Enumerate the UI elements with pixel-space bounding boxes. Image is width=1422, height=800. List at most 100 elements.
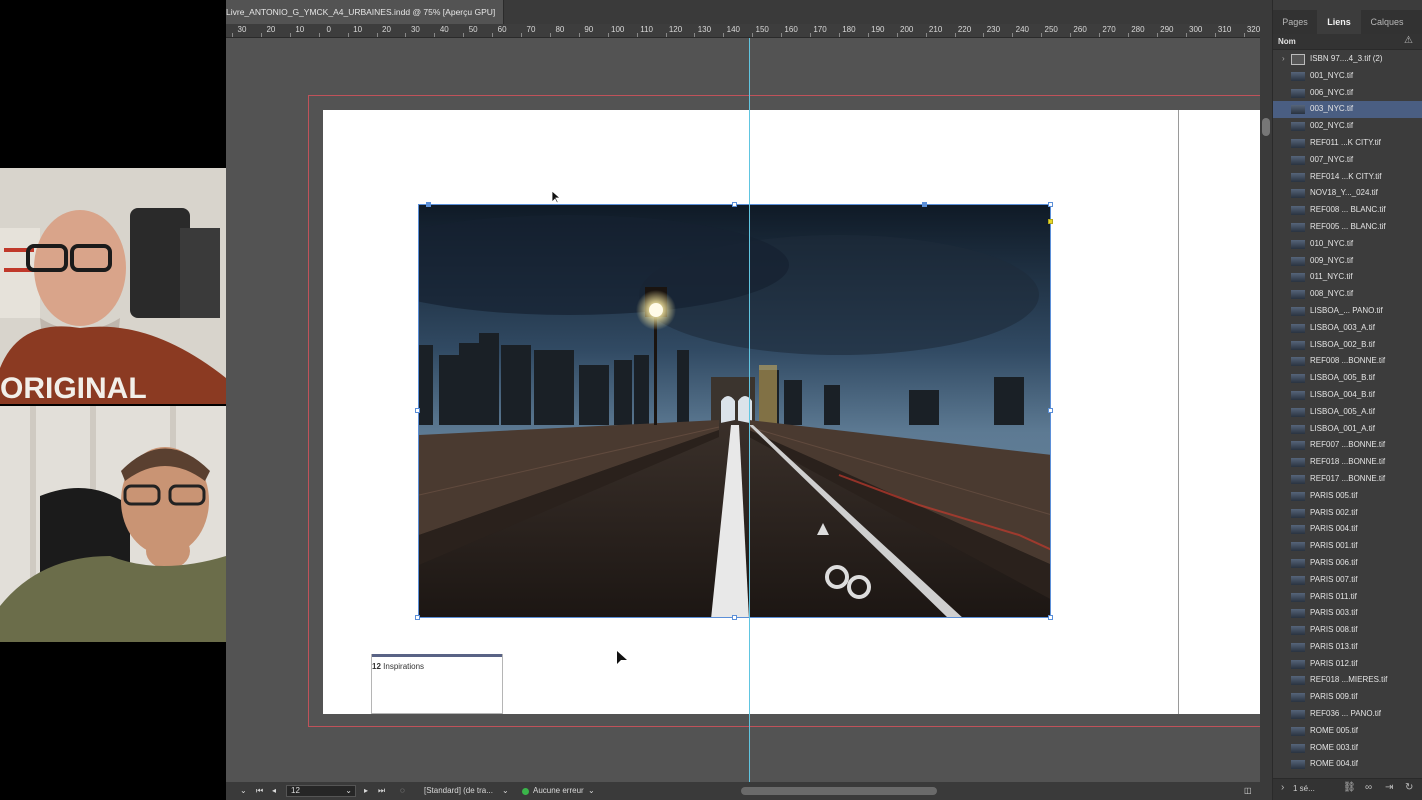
link-row[interactable]: PARIS 007.tif	[1273, 572, 1422, 589]
link-row[interactable]: 003_NYC.tif	[1273, 101, 1422, 119]
vertical-scrollbar[interactable]	[1260, 0, 1272, 800]
frame-handle-right[interactable]	[1048, 408, 1053, 413]
last-page-icon[interactable]: ⏭	[378, 782, 385, 800]
link-row[interactable]: ROME 004.tif	[1273, 756, 1422, 773]
link-row[interactable]: 011_NYC.tif	[1273, 269, 1422, 286]
column-name-label[interactable]: Nom	[1278, 37, 1296, 46]
vertical-scroll-thumb[interactable]	[1262, 118, 1270, 136]
link-row[interactable]: REF008 ...BONNE.tif	[1273, 353, 1422, 370]
link-row[interactable]: ROME 003.tif	[1273, 740, 1422, 757]
horizontal-scrollbar[interactable]	[741, 787, 937, 795]
status-bar: ⌄ ⏮ ◂ 12 ⌄ ▸ ⏭ ◌ [Standard] (de tra... ⌄ …	[226, 782, 1260, 800]
pasteboard[interactable]: 12 Inspirations	[226, 38, 1260, 782]
link-row[interactable]: PARIS 013.tif	[1273, 639, 1422, 656]
corner-options-handle[interactable]	[1048, 219, 1053, 224]
link-row[interactable]: 002_NYC.tif	[1273, 118, 1422, 135]
relink-from-cc-icon[interactable]: ⛓	[1343, 782, 1356, 793]
tab-links[interactable]: Liens	[1317, 10, 1361, 34]
link-row[interactable]: PARIS 012.tif	[1273, 656, 1422, 673]
shirt-text: ORIGINAL	[0, 372, 147, 404]
link-row[interactable]: LISBOA_005_B.tif	[1273, 370, 1422, 387]
expand-icon[interactable]: ›	[1281, 782, 1284, 793]
caption-text[interactable]: 12 Inspirations	[372, 662, 424, 671]
page-number-field[interactable]: 12 ⌄	[286, 785, 356, 797]
split-view-icon[interactable]: ◫	[1244, 782, 1252, 800]
relink-icon[interactable]: ∞	[1365, 782, 1372, 793]
frame-handle-tr[interactable]	[1048, 202, 1053, 207]
link-thumbnail	[1291, 642, 1305, 652]
link-row[interactable]: PARIS 005.tif	[1273, 488, 1422, 505]
link-name: REF018 ...MIERES.tif	[1310, 675, 1388, 685]
prev-page-icon[interactable]: ◂	[272, 782, 276, 800]
link-row[interactable]: PARIS 008.tif	[1273, 622, 1422, 639]
ruler-label: 230	[986, 25, 1001, 34]
ruler-label: 320	[1246, 25, 1261, 34]
link-row[interactable]: REF018 ...BONNE.tif	[1273, 454, 1422, 471]
link-row[interactable]: › ISBN 97....4_3.tif (2)	[1273, 51, 1422, 68]
link-row[interactable]: 001_NYC.tif	[1273, 68, 1422, 85]
link-name: REF018 ...BONNE.tif	[1310, 457, 1386, 467]
link-row[interactable]: 010_NYC.tif	[1273, 236, 1422, 253]
link-row[interactable]: PARIS 004.tif	[1273, 521, 1422, 538]
link-thumbnail	[1291, 659, 1305, 669]
link-row[interactable]: 007_NYC.tif	[1273, 152, 1422, 169]
link-row[interactable]: 006_NYC.tif	[1273, 85, 1422, 102]
open-page-icon[interactable]: ◌	[400, 782, 405, 800]
frame-handle-br[interactable]	[1048, 615, 1053, 620]
link-row[interactable]: LISBOA_005_A.tif	[1273, 404, 1422, 421]
link-row[interactable]: PARIS 001.tif	[1273, 538, 1422, 555]
link-row[interactable]: LISBOA_003_A.tif	[1273, 320, 1422, 337]
link-row[interactable]: LISBOA_004_B.tif	[1273, 387, 1422, 404]
link-row[interactable]: NOV18_Y..._024.tif	[1273, 185, 1422, 202]
link-row[interactable]: PARIS 006.tif	[1273, 555, 1422, 572]
warning-icon[interactable]: ⚠	[1404, 35, 1413, 46]
link-row[interactable]: LISBOA_002_B.tif	[1273, 337, 1422, 354]
preflight-status[interactable]: Aucune erreur	[533, 782, 584, 800]
expand-group-icon[interactable]: ›	[1282, 51, 1285, 68]
link-row[interactable]: 008_NYC.tif	[1273, 286, 1422, 303]
next-page-icon[interactable]: ▸	[364, 782, 368, 800]
frame-handle-tl[interactable]	[426, 202, 431, 207]
image-frame-brooklyn-bridge[interactable]	[418, 204, 1051, 618]
frame-handle-left[interactable]	[415, 408, 420, 413]
link-row[interactable]: PARIS 011.tif	[1273, 589, 1422, 606]
link-row[interactable]: REF007 ...BONNE.tif	[1273, 437, 1422, 454]
link-row[interactable]: LISBOA_... PANO.tif	[1273, 303, 1422, 320]
preflight-dropdown-icon[interactable]: ⌄	[588, 782, 595, 800]
link-row[interactable]: REF017 ...BONNE.tif	[1273, 471, 1422, 488]
link-row[interactable]: REF008 ... BLANC.tif	[1273, 202, 1422, 219]
go-to-link-icon[interactable]: ⇥	[1385, 782, 1393, 793]
link-row[interactable]: ROME 005.tif	[1273, 723, 1422, 740]
horizontal-ruler[interactable]: 30 20 10 0 10 20 30 40 50 60 70 80 90 100 110 120 130 140…	[226, 24, 1260, 38]
frame-handle-top[interactable]	[732, 202, 737, 207]
ruler-label: 100	[611, 25, 625, 34]
first-page-icon[interactable]: ⏮	[256, 782, 263, 800]
link-row[interactable]: PARIS 002.tif	[1273, 505, 1422, 522]
link-row[interactable]: PARIS 009.tif	[1273, 689, 1422, 706]
document-tab[interactable]: Livre_ANTONIO_G_YMCK_A4_URBAINES.indd @ …	[226, 0, 505, 24]
link-row[interactable]: REF018 ...MIERES.tif	[1273, 672, 1422, 689]
frame-handle-bottom[interactable]	[732, 615, 737, 620]
tab-layers[interactable]: Calques	[1361, 10, 1413, 34]
link-thumbnail	[1291, 340, 1305, 350]
link-row[interactable]: REF014 ...K CITY.tif	[1273, 169, 1422, 186]
style-dropdown-icon[interactable]: ⌄	[502, 782, 509, 800]
link-row[interactable]: LISBOA_001_A.tif	[1273, 421, 1422, 438]
update-link-icon[interactable]: ↻	[1405, 782, 1413, 793]
chevron-down-icon[interactable]: ⌄	[240, 782, 247, 800]
link-thumbnail	[1291, 676, 1305, 686]
tab-pages[interactable]: Pages	[1273, 10, 1317, 34]
link-row[interactable]: PARIS 003.tif	[1273, 605, 1422, 622]
link-row[interactable]: 009_NYC.tif	[1273, 253, 1422, 270]
link-thumbnail	[1291, 357, 1305, 367]
link-row[interactable]: REF011 ...K CITY.tif	[1273, 135, 1422, 152]
frame-handle-anchor[interactable]	[922, 202, 927, 207]
frame-handle-bl[interactable]	[415, 615, 420, 620]
link-row[interactable]: REF005 ... BLANC.tif	[1273, 219, 1422, 236]
link-thumbnail	[1291, 710, 1305, 720]
ruler-label: 30	[410, 25, 420, 34]
vertical-guide[interactable]	[749, 38, 750, 782]
page-dropdown-icon[interactable]: ⌄	[345, 786, 352, 796]
link-row[interactable]: REF036 ... PANO.tif	[1273, 706, 1422, 723]
workflow-style[interactable]: [Standard] (de tra...	[424, 782, 493, 800]
